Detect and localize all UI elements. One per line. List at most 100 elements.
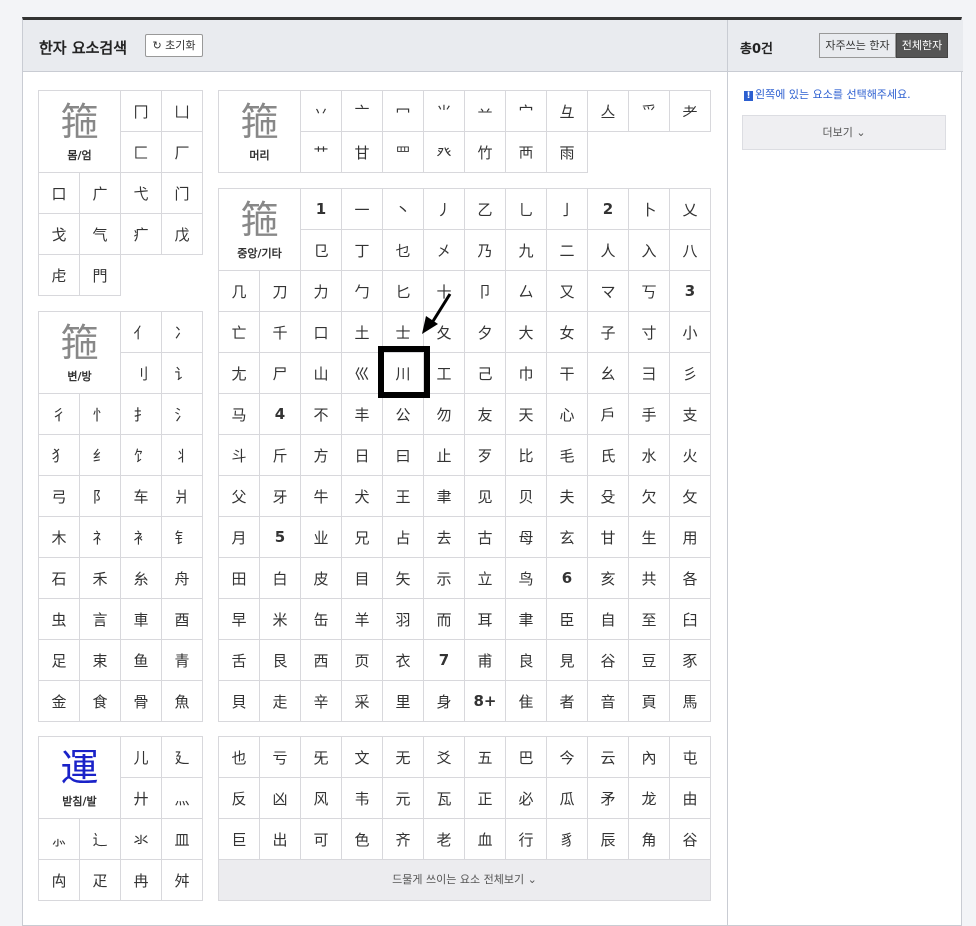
element-base-4[interactable]: ⺗ [39,819,80,860]
element-mid-83[interactable]: 犬 [342,476,383,517]
element-mid-50[interactable]: 己 [465,353,506,394]
element-mid-76[interactable]: 毛 [547,435,588,476]
element-side-11[interactable]: 丬 [162,435,203,476]
element-mid-132[interactable]: 衣 [383,640,424,681]
element-mid-111[interactable]: 鸟 [506,558,547,599]
element-side-35[interactable]: 魚 [162,681,203,722]
element-base-10[interactable]: 冉 [121,860,162,901]
element-rare-22[interactable]: 龙 [629,778,670,819]
element-mid-71[interactable]: 日 [342,435,383,476]
element-mid-18[interactable]: 入 [629,230,670,271]
element-mid-105[interactable]: 白 [260,558,301,599]
element-base-1[interactable]: 廴 [162,737,203,778]
element-mid-85[interactable]: 聿 [424,476,465,517]
element-mid-96[interactable]: 占 [383,517,424,558]
element-mid-26[interactable]: 卩 [465,271,506,312]
element-mid-58[interactable]: 不 [301,394,342,435]
element-mid-103[interactable]: 用 [670,517,711,558]
element-side-7[interactable]: 氵 [162,394,203,435]
element-mid-115[interactable]: 各 [670,558,711,599]
element-rare-30[interactable]: 血 [465,819,506,860]
element-mid-140[interactable]: 貝 [219,681,260,722]
element-mid-28[interactable]: 又 [547,271,588,312]
element-base-2[interactable]: 廾 [121,778,162,819]
element-mid-82[interactable]: 牛 [301,476,342,517]
element-mid-91[interactable]: 攵 [670,476,711,517]
element-mid-101[interactable]: 甘 [588,517,629,558]
reset-button[interactable]: ↻ 초기화 [145,34,203,57]
element-mid-13[interactable]: 㐅 [424,230,465,271]
element-mid-86[interactable]: 见 [465,476,506,517]
element-side-23[interactable]: 舟 [162,558,203,599]
element-head-4[interactable]: 䒑 [465,91,506,132]
element-mom-4[interactable]: 口 [39,173,80,214]
element-mid-123[interactable]: 聿 [506,599,547,640]
element-side-0[interactable]: 亻 [121,312,162,353]
element-mid-47[interactable]: 巛 [342,353,383,394]
element-side-34[interactable]: 骨 [121,681,162,722]
element-side-32[interactable]: 金 [39,681,80,722]
element-mid-119[interactable]: 羊 [342,599,383,640]
element-mid-131[interactable]: 页 [342,640,383,681]
toggle-common-hanja[interactable]: 자주쓰는 한자 [819,33,896,58]
element-head-16[interactable]: 雨 [547,132,588,173]
element-mid-136[interactable]: 見 [547,640,588,681]
element-rare-3[interactable]: 文 [342,737,383,778]
element-mid-2[interactable]: 丶 [383,189,424,230]
element-mid-30[interactable]: 丂 [629,271,670,312]
element-mid-11[interactable]: 丁 [342,230,383,271]
element-mid-69[interactable]: 斤 [260,435,301,476]
element-rare-32[interactable]: 豸 [547,819,588,860]
element-mid-97[interactable]: 去 [424,517,465,558]
element-head-6[interactable]: 彑 [547,91,588,132]
element-side-30[interactable]: 鱼 [121,640,162,681]
element-mid-29[interactable]: マ [588,271,629,312]
element-mid-14[interactable]: 乃 [465,230,506,271]
element-mid-61[interactable]: 勿 [424,394,465,435]
element-mom-6[interactable]: 弋 [121,173,162,214]
element-mid-79[interactable]: 火 [670,435,711,476]
element-mid-55[interactable]: 彡 [670,353,711,394]
element-mid-90[interactable]: 欠 [629,476,670,517]
element-mid-60[interactable]: 公 [383,394,424,435]
element-rare-9[interactable]: 云 [588,737,629,778]
element-mid-49[interactable]: 工 [424,353,465,394]
element-mid-80[interactable]: 父 [219,476,260,517]
element-mid-56[interactable]: 马 [219,394,260,435]
element-base-7[interactable]: 皿 [162,819,203,860]
element-side-20[interactable]: 石 [39,558,80,599]
element-side-3[interactable]: 讠 [162,353,203,394]
element-mid-16[interactable]: 二 [547,230,588,271]
element-mom-12[interactable]: 虍 [39,255,80,296]
element-mid-20[interactable]: 几 [219,271,260,312]
element-head-12[interactable]: 罒 [383,132,424,173]
element-mid-104[interactable]: 田 [219,558,260,599]
element-mid-15[interactable]: 九 [506,230,547,271]
element-rare-27[interactable]: 色 [342,819,383,860]
element-side-31[interactable]: 青 [162,640,203,681]
element-mid-54[interactable]: 彐 [629,353,670,394]
element-head-5[interactable]: 宀 [506,91,547,132]
element-mid-64[interactable]: 心 [547,394,588,435]
element-mid-43[interactable]: 小 [670,312,711,353]
element-mid-67[interactable]: 支 [670,394,711,435]
element-mid-151[interactable]: 馬 [670,681,711,722]
element-mid-94[interactable]: 业 [301,517,342,558]
element-mid-8[interactable]: 卜 [629,189,670,230]
element-side-15[interactable]: 爿 [162,476,203,517]
element-rare-0[interactable]: 也 [219,737,260,778]
element-side-13[interactable]: 阝 [80,476,121,517]
element-base-3[interactable]: 灬 [162,778,203,819]
element-side-26[interactable]: 車 [121,599,162,640]
element-mid-62[interactable]: 友 [465,394,506,435]
element-mid-3[interactable]: 丿 [424,189,465,230]
element-mid-130[interactable]: 西 [301,640,342,681]
element-base-11[interactable]: 舛 [162,860,203,901]
element-side-22[interactable]: 糸 [121,558,162,599]
element-mid-110[interactable]: 立 [465,558,506,599]
element-side-6[interactable]: 扌 [121,394,162,435]
element-head-8[interactable]: ⺤ [629,91,670,132]
element-mid-134[interactable]: 甫 [465,640,506,681]
element-mid-125[interactable]: 自 [588,599,629,640]
element-mid-1[interactable]: 一 [342,189,383,230]
